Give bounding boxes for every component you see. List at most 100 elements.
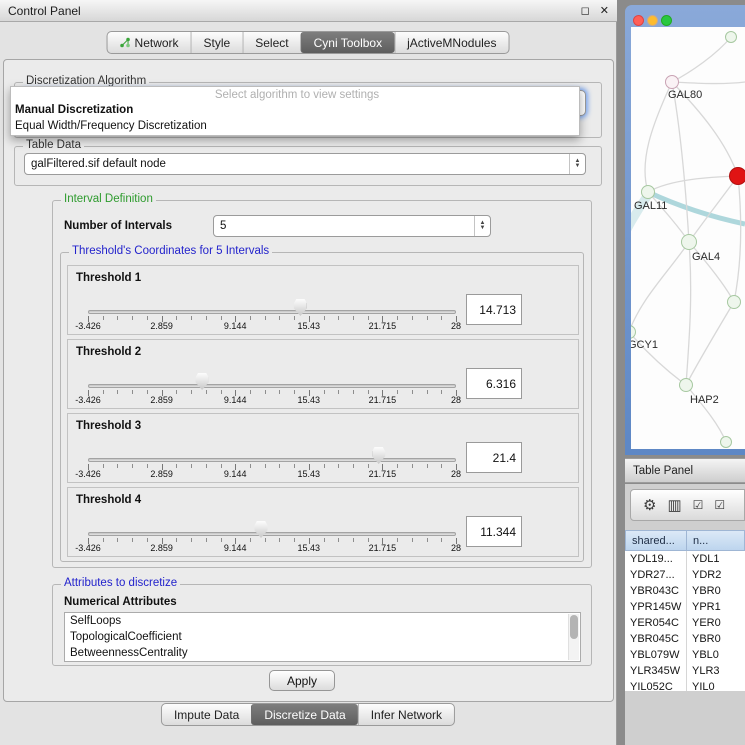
network-canvas[interactable]: GAL80GAL11GAL4GCY1HAP2 (631, 27, 745, 449)
tab-discretize-data[interactable]: Discretize Data (251, 704, 357, 725)
tab-jactivemnodules[interactable]: jActiveMNodules (394, 32, 508, 53)
table-row[interactable]: YIL052CYIL0 (625, 679, 745, 691)
slider-tick (265, 316, 266, 320)
attributes-group-label: Attributes to discretize (61, 577, 180, 589)
table-panel-titlebar: Table Panel (625, 458, 745, 483)
network-node[interactable] (725, 31, 737, 43)
apply-button[interactable]: Apply (269, 670, 335, 691)
table-column-header[interactable]: n... (687, 530, 745, 551)
slider-tick (103, 316, 104, 320)
slider-tick (427, 538, 428, 542)
scrollbar-thumb[interactable] (570, 615, 578, 639)
minimize-traffic-icon[interactable] (647, 15, 658, 26)
slider-tick (206, 390, 207, 394)
number-of-intervals-label: Number of Intervals (64, 220, 172, 232)
table-cell: YBR043C (625, 583, 687, 599)
slider-tick (265, 464, 266, 468)
network-node[interactable] (665, 75, 679, 89)
threshold-value-input[interactable]: 21.4 (466, 442, 522, 473)
slider-tick (338, 538, 339, 542)
threshold-value-input[interactable]: 6.316 (466, 368, 522, 399)
top-tab-bar: NetworkStyleSelectCyni ToolboxjActiveMNo… (107, 31, 510, 54)
slider-tick (176, 464, 177, 468)
tab-infer-network[interactable]: Infer Network (358, 704, 454, 725)
tab-label: Discretize Data (264, 708, 345, 722)
attribute-list-item[interactable]: BetweennessCentrality (65, 645, 580, 661)
zoom-traffic-icon[interactable] (661, 15, 672, 26)
table-toolbar: ⚙ ▥ ☑ ☑ (630, 489, 745, 521)
table-row[interactable]: YBL079WYBL0 (625, 647, 745, 663)
columns-icon[interactable]: ▥ (667, 498, 681, 513)
axis-tick-label: 9.144 (224, 395, 247, 405)
table-cell: YPR145W (625, 599, 687, 615)
slider-tick (265, 390, 266, 394)
axis-tick-label: 21.715 (369, 469, 397, 479)
table-panel-title: Table Panel (633, 465, 693, 477)
slider-tick (427, 316, 428, 320)
table-row[interactable]: YDR27...YDR2 (625, 567, 745, 583)
slider-track[interactable] (88, 310, 456, 314)
tab-cyni-toolbox[interactable]: Cyni Toolbox (301, 32, 394, 53)
gear-icon[interactable]: ⚙ (643, 498, 656, 513)
network-node[interactable] (641, 185, 655, 199)
threshold-box: Threshold 3-3.4262.8599.14415.4321.71528… (67, 413, 579, 483)
list-scrollbar[interactable] (568, 614, 579, 660)
close-traffic-icon[interactable] (633, 15, 644, 26)
slider-tick (117, 538, 118, 542)
slider-track[interactable] (88, 532, 456, 536)
network-node[interactable] (679, 378, 693, 392)
axis-tick-label: 9.144 (224, 321, 247, 331)
network-node[interactable] (727, 295, 741, 309)
attribute-list-item[interactable]: TopologicalCoefficient (65, 629, 580, 645)
table-column-header[interactable]: shared... (625, 530, 687, 551)
slider-tick (279, 316, 280, 320)
slider-track[interactable] (88, 458, 456, 462)
slider-tick (221, 316, 222, 320)
slider-tick (353, 316, 354, 320)
slider-track[interactable] (88, 384, 456, 388)
tab-impute-data[interactable]: Impute Data (162, 704, 251, 725)
slider-tick (397, 538, 398, 542)
number-of-intervals-value: 5 (214, 220, 474, 232)
table-row[interactable]: YBR043CYBR0 (625, 583, 745, 599)
tab-style[interactable]: Style (191, 32, 243, 53)
dropdown-option-equal-width-frequency[interactable]: Equal Width/Frequency Discretization (11, 118, 579, 134)
network-node[interactable] (681, 234, 697, 250)
table-cell: YDR27... (625, 567, 687, 583)
attribute-list-item[interactable]: SelfLoops (65, 613, 580, 629)
select-all-checkbox-icon[interactable]: ☑ (693, 498, 704, 513)
table-row[interactable]: YER054CYER0 (625, 615, 745, 631)
tab-network[interactable]: Network (108, 32, 191, 53)
slider-tick (368, 390, 369, 394)
slider-tick (324, 538, 325, 542)
select-columns-checkbox-icon[interactable]: ☑ (714, 498, 725, 513)
slider-tick (324, 390, 325, 394)
slider-tick (265, 538, 266, 542)
network-node[interactable] (729, 167, 745, 185)
table-row[interactable]: YDL19...YDL1 (625, 551, 745, 567)
close-icon[interactable]: ✕ (600, 4, 609, 17)
dropdown-option-manual-discretization[interactable]: Manual Discretization (11, 102, 579, 118)
table-row[interactable]: YBR045CYBR0 (625, 631, 745, 647)
slider-tick (441, 538, 442, 542)
tab-select[interactable]: Select (242, 32, 300, 53)
float-window-icon[interactable]: ◻ (581, 4, 590, 17)
slider-tick (250, 316, 251, 320)
threshold-value-input[interactable]: 14.713 (466, 294, 522, 325)
axis-tick-label: 21.715 (369, 543, 397, 553)
slider-tick (250, 390, 251, 394)
dropdown-placeholder-option[interactable]: Select algorithm to view settings (11, 88, 579, 102)
axis-tick-label: 28 (451, 469, 461, 479)
number-of-intervals-combo[interactable]: 5 ▲ ▼ (213, 215, 491, 237)
table-row[interactable]: YPR145WYPR1 (625, 599, 745, 615)
slider-tick (221, 538, 222, 542)
axis-tick-label: 15.43 (298, 395, 321, 405)
network-node[interactable] (720, 436, 732, 448)
table-cell: YDR2 (687, 567, 745, 583)
table-data-combo[interactable]: galFiltered.sif default node ▲ ▼ (24, 153, 586, 175)
slider-tick (338, 390, 339, 394)
threshold-value-input[interactable]: 11.344 (466, 516, 522, 547)
slider-tick (324, 464, 325, 468)
table-row[interactable]: YLR345WYLR3 (625, 663, 745, 679)
axis-tick-label: 15.43 (298, 543, 321, 553)
